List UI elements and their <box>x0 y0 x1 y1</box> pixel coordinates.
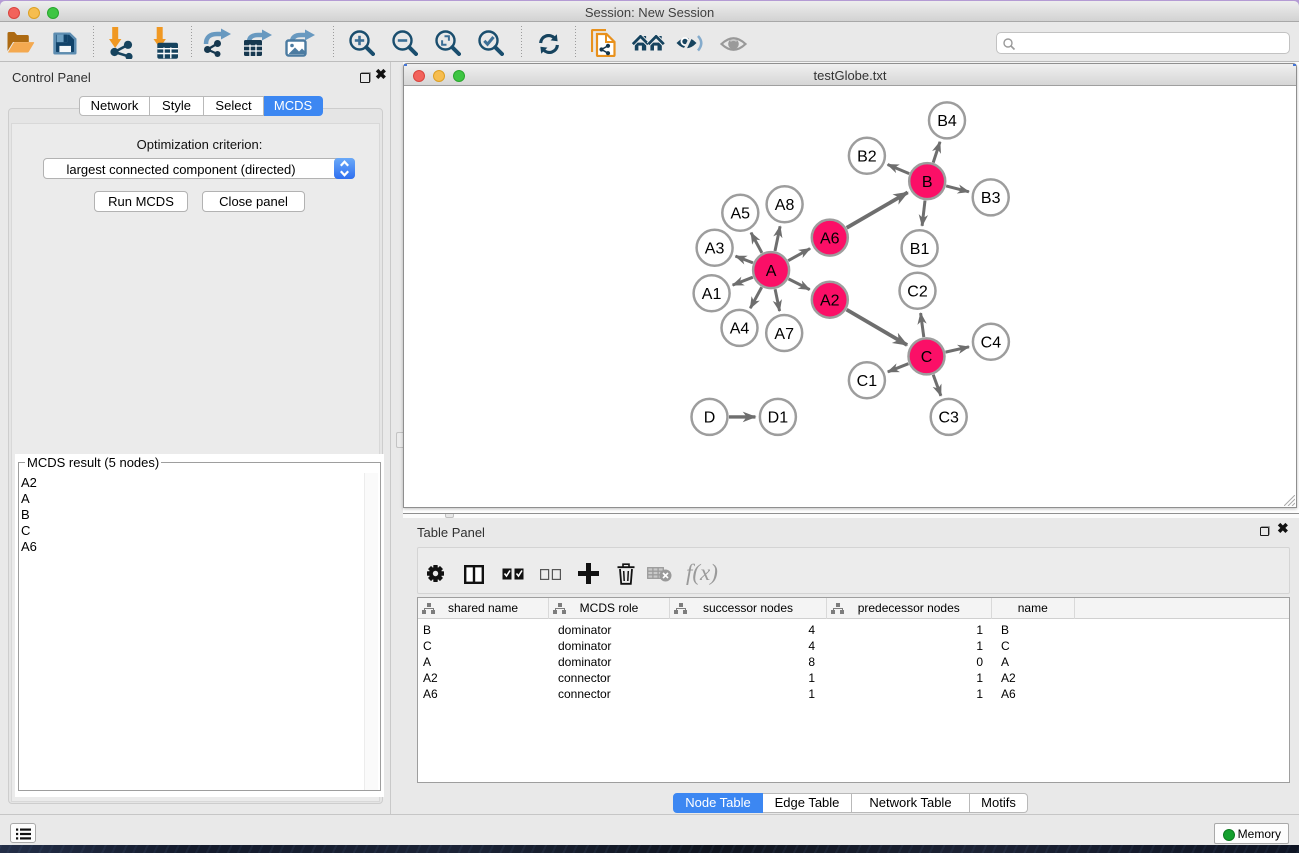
svg-text:A2: A2 <box>820 293 840 310</box>
svg-text:A5: A5 <box>731 206 751 223</box>
svg-text:A1: A1 <box>702 286 722 303</box>
svg-text:A8: A8 <box>775 197 795 214</box>
svg-text:A6: A6 <box>820 230 840 247</box>
svg-text:A3: A3 <box>705 241 725 258</box>
svg-text:D1: D1 <box>768 410 789 427</box>
svg-text:A7: A7 <box>774 326 794 343</box>
svg-text:C3: C3 <box>938 410 959 427</box>
svg-text:C1: C1 <box>857 373 878 390</box>
svg-text:B: B <box>922 174 933 191</box>
svg-text:B1: B1 <box>910 241 930 258</box>
svg-text:D: D <box>704 410 716 427</box>
svg-text:C: C <box>921 349 933 366</box>
svg-text:C2: C2 <box>907 284 928 301</box>
svg-text:B3: B3 <box>981 190 1001 207</box>
svg-text:B2: B2 <box>857 149 877 166</box>
svg-text:C4: C4 <box>981 335 1002 352</box>
svg-text:B4: B4 <box>937 113 957 130</box>
svg-text:A4: A4 <box>730 321 750 338</box>
svg-text:A: A <box>766 263 777 280</box>
